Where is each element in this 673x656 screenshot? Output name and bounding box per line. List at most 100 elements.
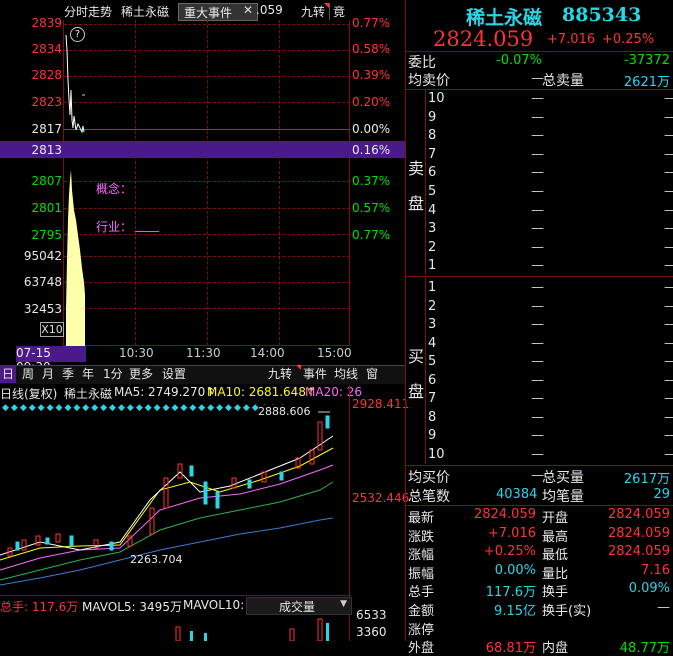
candle [35, 535, 41, 546]
sell-level: 4 [428, 203, 437, 218]
sell-level: 6 [428, 165, 437, 180]
stat-label: 金额 [408, 604, 435, 619]
buy-price: — [531, 391, 544, 406]
buy-price: — [531, 447, 544, 462]
y-price-label: 2813 [31, 143, 62, 157]
stat-label: 最低 [542, 548, 569, 563]
sell-price: — [531, 110, 544, 125]
tab-events[interactable]: 事件 [303, 365, 327, 383]
total-buy-label: 总买量 [542, 470, 584, 486]
pct-label: 0.57% [352, 201, 391, 215]
volume-bars-svg [175, 618, 329, 641]
sell-level: 1 [428, 258, 437, 273]
x-time-label: 07-15 09:30 [16, 346, 86, 374]
industry-label: 行业： [96, 220, 133, 234]
book-divider [425, 277, 426, 464]
stat-label: 最高 [542, 530, 569, 545]
intraday-tab[interactable]: 分时走势 [64, 3, 112, 21]
y-price-label: 2817 [31, 122, 62, 136]
tab-1min[interactable]: 1分 [103, 365, 123, 383]
indicator-dropdown[interactable]: 成交量 ▼ [246, 597, 352, 615]
buy-volume: — [664, 373, 673, 388]
tab-ma[interactable]: 均线 [334, 365, 358, 383]
buy-level: 7 [428, 391, 437, 406]
axis-spacer [350, 397, 405, 398]
stat-label: 振幅 [408, 567, 435, 582]
tab-quarter[interactable]: 季 [62, 365, 74, 383]
stat-label: 量比 [542, 567, 569, 582]
tab-more[interactable]: 更多 [129, 365, 153, 383]
candle [325, 415, 330, 429]
volume-multiplier[interactable]: X10 [40, 322, 64, 337]
high-price-marker: 2888.606 [258, 405, 311, 418]
sell-side-label: 卖 [408, 159, 425, 178]
stat-value: 9.15亿 [494, 604, 536, 619]
major-events-label: 重大事件 [184, 6, 233, 20]
y-price-label: 2828 [31, 68, 62, 82]
divider [406, 89, 673, 90]
candle [189, 465, 194, 477]
corner-marker-icon [296, 365, 301, 370]
total-buy-value: 2617万 [623, 472, 670, 487]
stat-value: 2824.059 [607, 526, 670, 541]
buy-volume: — [664, 354, 673, 369]
tab-month[interactable]: 月 [42, 365, 54, 383]
candle [149, 507, 155, 535]
weibi-label: 委比 [408, 55, 436, 71]
buy-price: — [531, 354, 544, 369]
volume-axis-label: 95042 [23, 249, 62, 263]
close-icon[interactable]: ✕ [243, 3, 253, 17]
tab-day[interactable]: 日 [0, 365, 16, 383]
sell-price: — [531, 147, 544, 162]
pct-label: 0.77% [352, 228, 391, 242]
tab-jiuzhuan[interactable]: 九转 [268, 365, 292, 383]
x-time-label: 11:30 [186, 346, 221, 360]
tab-year[interactable]: 年 [82, 365, 94, 383]
stat-label: 内盘 [542, 641, 569, 656]
vol-axis-mid: 3360 [356, 625, 387, 639]
ma5-line [0, 435, 334, 556]
stat-label: 涨幅 [408, 548, 435, 563]
quote-name: 稀土永磁 [466, 7, 543, 29]
buy-volume: — [664, 336, 673, 351]
buy-price: — [531, 410, 544, 425]
sell-level: 7 [428, 147, 437, 162]
divider [406, 465, 673, 466]
stat-value: +0.25% [483, 544, 536, 559]
jing-button[interactable]: 竟 [333, 3, 345, 21]
sell-price: — [531, 165, 544, 180]
major-events-tooltip[interactable]: 重大事件 ✕ [178, 3, 258, 21]
stat-value: 0.09% [628, 581, 670, 596]
jiuzhuan-button[interactable]: 九转 [301, 3, 325, 21]
buy-volume: — [664, 299, 673, 314]
sell-volume: — [664, 184, 673, 199]
candle [215, 491, 220, 509]
sell-price: — [531, 128, 544, 143]
sell-level: 10 [428, 91, 445, 106]
stat-label: 换手(实) [542, 604, 592, 619]
candle [15, 541, 20, 551]
buy-volume: — [664, 428, 673, 443]
stat-value: 7.16 [641, 563, 670, 578]
kline-stock-name: 稀土永磁 [64, 387, 113, 401]
candle [247, 479, 252, 489]
tab-week[interactable]: 周 [22, 365, 34, 383]
buy-price: — [531, 280, 544, 295]
volume-bar [317, 618, 323, 641]
sell-price: — [531, 91, 544, 106]
buy-volume: — [664, 410, 673, 425]
buy-side-label: 盘 [408, 382, 425, 401]
volume-axis-label: 63748 [23, 275, 62, 289]
intraday-chart-panel: 分时走势 稀土永磁 重大事件 ✕ .059 九转 竟 2839 2834 282… [0, 0, 405, 374]
sell-level: 8 [428, 128, 437, 143]
ma10-label: MA10: 2681.648↑ [207, 385, 317, 399]
buy-volume: — [664, 391, 673, 406]
tab-settings[interactable]: 设置 [162, 365, 186, 383]
y-price-label: 2823 [31, 95, 62, 109]
indicator-dropdown-value: 成交量 [279, 600, 316, 614]
industry-value[interactable]: ____ [135, 218, 159, 232]
avg-sell-label: 均卖价 [408, 73, 450, 89]
sell-volume: — [664, 203, 673, 218]
tab-window[interactable]: 窗 [366, 365, 378, 383]
quote-code: 885343 [562, 4, 642, 26]
